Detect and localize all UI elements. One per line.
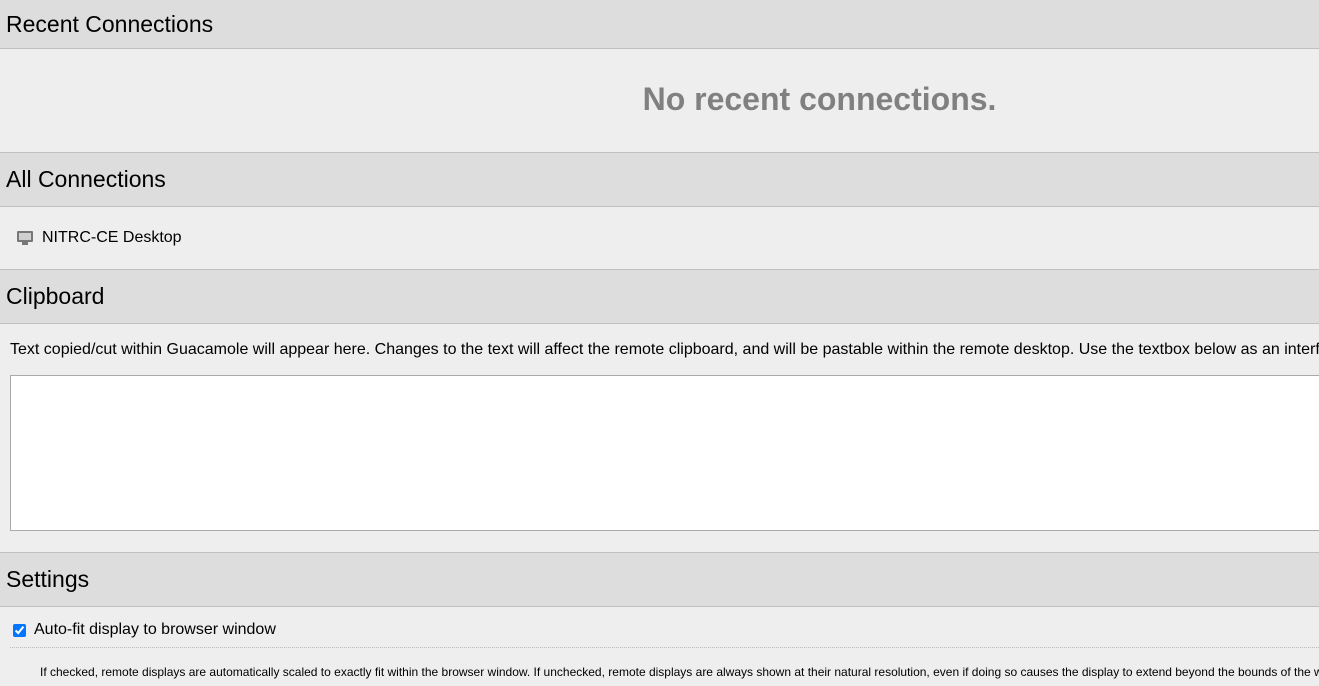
- autofit-setting[interactable]: Auto-fit display to browser window: [13, 621, 276, 639]
- settings-section: Settings Auto-fit display to browser win…: [0, 552, 1319, 686]
- recent-connections-section: Recent Connections No recent connections…: [0, 0, 1319, 152]
- no-recent-connections-message: No recent connections.: [642, 81, 997, 117]
- monitor-icon: [17, 230, 33, 246]
- recent-connections-header: Recent Connections: [0, 0, 1319, 49]
- clipboard-header: Clipboard: [0, 269, 1319, 324]
- connection-label: NITRC-CE Desktop: [42, 229, 182, 246]
- all-connections-header: All Connections: [0, 152, 1319, 207]
- settings-divider: [10, 647, 1319, 648]
- settings-body: Auto-fit display to browser window If ch…: [0, 607, 1319, 686]
- clipboard-section: Clipboard Text copied/cut within Guacamo…: [0, 269, 1319, 552]
- connection-item-nitrc-ce-desktop[interactable]: NITRC-CE Desktop: [17, 229, 182, 247]
- recent-connections-body: No recent connections.: [0, 49, 1319, 152]
- clipboard-description: Text copied/cut within Guacamole will ap…: [10, 341, 1319, 358]
- all-connections-list: NITRC-CE Desktop: [0, 207, 1319, 269]
- autofit-label: Auto-fit display to browser window: [34, 621, 276, 638]
- all-connections-section: All Connections NITRC-CE Desktop: [0, 152, 1319, 269]
- clipboard-body: Text copied/cut within Guacamole will ap…: [0, 324, 1319, 552]
- settings-header: Settings: [0, 552, 1319, 607]
- autofit-help-text: If checked, remote displays are automati…: [40, 665, 1319, 679]
- clipboard-textarea[interactable]: [10, 375, 1319, 531]
- autofit-checkbox[interactable]: [13, 623, 26, 637]
